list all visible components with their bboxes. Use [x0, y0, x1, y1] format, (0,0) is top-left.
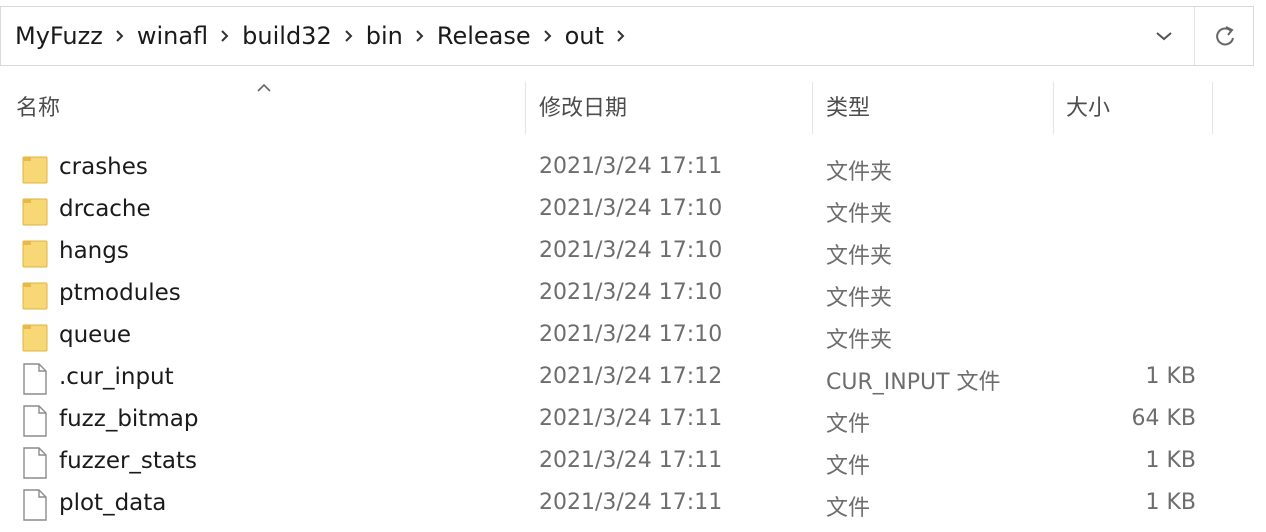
breadcrumb-item-build32[interactable]: build32: [242, 22, 332, 50]
column-header-type[interactable]: 类型: [826, 90, 870, 122]
file-icon: [23, 405, 47, 437]
file-type: 文件夹: [826, 160, 893, 185]
file-name: fuzz_bitmap: [59, 406, 199, 432]
file-date-modified: 2021/3/24 17:11: [539, 154, 723, 179]
breadcrumb: MyFuzz winafl build32 bin Release out: [15, 7, 638, 65]
file-row[interactable]: ptmodules 2021/3/24 17:10 文件夹: [0, 274, 1266, 316]
file-date-modified: 2021/3/24 17:11: [539, 490, 723, 515]
file-date-modified: 2021/3/24 17:10: [539, 196, 723, 221]
file-icon: [23, 363, 47, 395]
chevron-down-icon: [1156, 32, 1172, 41]
file-type: 文件夹: [826, 286, 893, 311]
chevron-right-icon[interactable]: [208, 29, 242, 43]
file-type: 文件: [826, 412, 871, 437]
file-date-modified: 2021/3/24 17:11: [539, 448, 723, 473]
file-icon: [23, 447, 47, 479]
breadcrumb-item-bin[interactable]: bin: [366, 22, 403, 50]
refresh-button[interactable]: [1194, 7, 1255, 65]
file-name: plot_data: [59, 490, 167, 516]
file-row[interactable]: hangs 2021/3/24 17:10 文件夹: [0, 232, 1266, 274]
file-list: crashes 2021/3/24 17:11 文件夹 drcache 2021…: [0, 148, 1266, 526]
file-date-modified: 2021/3/24 17:12: [539, 364, 723, 389]
file-name: ptmodules: [59, 280, 181, 306]
chevron-right-icon[interactable]: [403, 29, 437, 43]
folder-icon: [22, 240, 48, 268]
chevron-right-icon[interactable]: [531, 29, 565, 43]
sort-ascending-icon: [256, 78, 272, 97]
file-size: 1 KB: [1145, 364, 1196, 389]
column-divider[interactable]: [1053, 82, 1054, 134]
file-date-modified: 2021/3/24 17:11: [539, 406, 723, 431]
column-header-name[interactable]: 名称: [16, 90, 60, 122]
address-bar[interactable]: MyFuzz winafl build32 bin Release out: [0, 6, 1254, 66]
folder-icon: [22, 324, 48, 352]
chevron-right-icon[interactable]: [604, 29, 638, 43]
file-size: 1 KB: [1145, 448, 1196, 473]
column-header-date-modified[interactable]: 修改日期: [539, 90, 627, 122]
chevron-right-icon[interactable]: [103, 29, 137, 43]
chevron-right-icon[interactable]: [332, 29, 366, 43]
file-row[interactable]: fuzz_bitmap 2021/3/24 17:11 文件 64 KB: [0, 400, 1266, 442]
file-type: 文件夹: [826, 244, 893, 269]
file-row[interactable]: .cur_input 2021/3/24 17:12 CUR_INPUT 文件 …: [0, 358, 1266, 400]
breadcrumb-item-release[interactable]: Release: [437, 22, 531, 50]
folder-icon: [22, 282, 48, 310]
file-name: .cur_input: [59, 364, 174, 390]
file-type: CUR_INPUT 文件: [826, 370, 1001, 395]
file-name: drcache: [59, 196, 151, 222]
file-type: 文件夹: [826, 328, 893, 353]
file-row[interactable]: plot_data 2021/3/24 17:11 文件 1 KB: [0, 484, 1266, 526]
file-row[interactable]: fuzzer_stats 2021/3/24 17:11 文件 1 KB: [0, 442, 1266, 484]
file-row[interactable]: crashes 2021/3/24 17:11 文件夹: [0, 148, 1266, 190]
file-type: 文件: [826, 454, 871, 479]
file-date-modified: 2021/3/24 17:10: [539, 280, 723, 305]
breadcrumb-item-myfuzz[interactable]: MyFuzz: [15, 22, 103, 50]
file-size: 64 KB: [1131, 406, 1196, 431]
folder-icon: [22, 156, 48, 184]
folder-icon: [22, 198, 48, 226]
file-name: hangs: [59, 238, 129, 264]
file-size: 1 KB: [1145, 490, 1196, 515]
breadcrumb-item-out[interactable]: out: [565, 22, 604, 50]
column-divider[interactable]: [1212, 82, 1213, 134]
column-header-size[interactable]: 大小: [1066, 90, 1110, 122]
address-history-dropdown-button[interactable]: [1134, 7, 1194, 65]
file-type: 文件夹: [826, 202, 893, 227]
refresh-icon: [1216, 26, 1234, 46]
file-name: crashes: [59, 154, 148, 180]
file-icon: [23, 489, 47, 521]
column-divider[interactable]: [812, 82, 813, 134]
file-name: fuzzer_stats: [59, 448, 198, 474]
column-divider[interactable]: [525, 82, 526, 134]
file-name: queue: [59, 322, 132, 348]
file-row[interactable]: queue 2021/3/24 17:10 文件夹: [0, 316, 1266, 358]
file-date-modified: 2021/3/24 17:10: [539, 238, 723, 263]
breadcrumb-item-winafl[interactable]: winafl: [137, 22, 208, 50]
file-type: 文件: [826, 496, 871, 521]
file-date-modified: 2021/3/24 17:10: [539, 322, 723, 347]
file-row[interactable]: drcache 2021/3/24 17:10 文件夹: [0, 190, 1266, 232]
